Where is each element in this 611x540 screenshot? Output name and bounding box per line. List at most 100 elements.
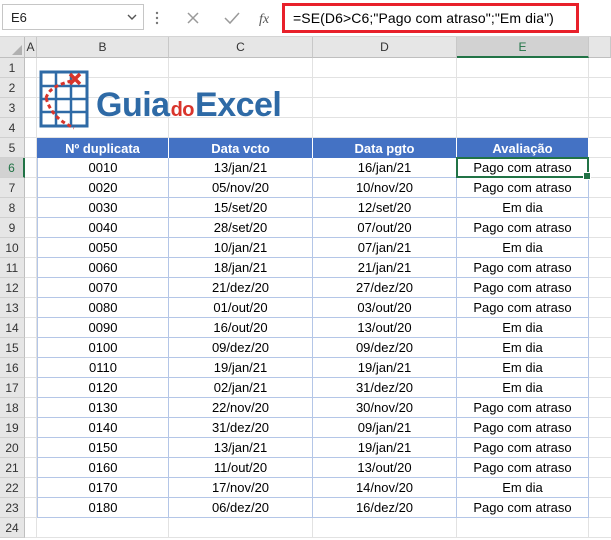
- table-cell[interactable]: 0120: [37, 378, 169, 398]
- table-cell[interactable]: Em dia: [457, 478, 589, 498]
- table-cell[interactable]: 27/dez/20: [313, 278, 457, 298]
- table-cell[interactable]: 16/jan/21: [313, 158, 457, 178]
- table-cell[interactable]: Pago com atraso: [457, 158, 589, 178]
- table-cell[interactable]: 18/jan/21: [169, 258, 313, 278]
- column-header-d[interactable]: D: [313, 37, 457, 58]
- row-header-5[interactable]: 5: [0, 138, 25, 158]
- table-cell[interactable]: Em dia: [457, 378, 589, 398]
- row-header-15[interactable]: 15: [0, 338, 25, 358]
- row-header-19[interactable]: 19: [0, 418, 25, 438]
- table-cell[interactable]: 0180: [37, 498, 169, 518]
- row-header-1[interactable]: 1: [0, 58, 25, 78]
- table-cell[interactable]: 02/jan/21: [169, 378, 313, 398]
- table-cell[interactable]: 22/nov/20: [169, 398, 313, 418]
- table-header-cell[interactable]: Nº duplicata: [37, 138, 169, 158]
- table-cell[interactable]: 09/dez/20: [313, 338, 457, 358]
- row-header-2[interactable]: 2: [0, 78, 25, 98]
- row-header-17[interactable]: 17: [0, 378, 25, 398]
- table-cell[interactable]: 09/dez/20: [169, 338, 313, 358]
- row-header-21[interactable]: 21: [0, 458, 25, 478]
- resize-handle-icon[interactable]: [151, 10, 163, 26]
- table-cell[interactable]: Em dia: [457, 318, 589, 338]
- table-cell[interactable]: 28/set/20: [169, 218, 313, 238]
- table-cell[interactable]: 15/set/20: [169, 198, 313, 218]
- table-cell[interactable]: 13/jan/21: [169, 438, 313, 458]
- table-cell[interactable]: 0160: [37, 458, 169, 478]
- table-cell[interactable]: Pago com atraso: [457, 458, 589, 478]
- column-header-b[interactable]: B: [37, 37, 169, 58]
- table-cell[interactable]: 0040: [37, 218, 169, 238]
- row-header-3[interactable]: 3: [0, 98, 25, 118]
- table-cell[interactable]: 0170: [37, 478, 169, 498]
- table-cell[interactable]: 0110: [37, 358, 169, 378]
- name-box[interactable]: E6: [2, 4, 144, 30]
- table-cell[interactable]: 0070: [37, 278, 169, 298]
- table-cell[interactable]: 06/dez/20: [169, 498, 313, 518]
- table-cell[interactable]: Pago com atraso: [457, 258, 589, 278]
- insert-function-icon[interactable]: fx: [256, 7, 278, 29]
- table-cell[interactable]: 0090: [37, 318, 169, 338]
- formula-input[interactable]: =SE(D6>C6;"Pago com atraso";"Em dia"): [282, 3, 579, 33]
- row-header-9[interactable]: 9: [0, 218, 25, 238]
- cancel-icon[interactable]: [182, 7, 204, 29]
- table-cell[interactable]: Em dia: [457, 238, 589, 258]
- column-header-c[interactable]: C: [169, 37, 313, 58]
- table-cell[interactable]: 19/jan/21: [313, 358, 457, 378]
- table-cell[interactable]: 0080: [37, 298, 169, 318]
- row-header-22[interactable]: 22: [0, 478, 25, 498]
- table-cell[interactable]: 19/jan/21: [169, 358, 313, 378]
- table-cell[interactable]: 07/jan/21: [313, 238, 457, 258]
- table-cell[interactable]: 13/out/20: [313, 318, 457, 338]
- table-cell[interactable]: 01/out/20: [169, 298, 313, 318]
- table-cell[interactable]: 0010: [37, 158, 169, 178]
- table-cell[interactable]: Pago com atraso: [457, 218, 589, 238]
- select-all-button[interactable]: [0, 37, 25, 58]
- table-cell[interactable]: 10/nov/20: [313, 178, 457, 198]
- table-cell[interactable]: 0150: [37, 438, 169, 458]
- table-cell[interactable]: 21/dez/20: [169, 278, 313, 298]
- table-cell[interactable]: Em dia: [457, 338, 589, 358]
- table-header-cell[interactable]: Data vcto: [169, 138, 313, 158]
- row-header-4[interactable]: 4: [0, 118, 25, 138]
- table-cell[interactable]: 07/out/20: [313, 218, 457, 238]
- table-cell[interactable]: 13/jan/21: [169, 158, 313, 178]
- column-header-e[interactable]: E: [457, 37, 589, 58]
- table-cell[interactable]: 16/dez/20: [313, 498, 457, 518]
- table-cell[interactable]: Pago com atraso: [457, 298, 589, 318]
- row-header-20[interactable]: 20: [0, 438, 25, 458]
- table-cell[interactable]: 03/out/20: [313, 298, 457, 318]
- table-cell[interactable]: 21/jan/21: [313, 258, 457, 278]
- table-cell[interactable]: 14/nov/20: [313, 478, 457, 498]
- table-cell[interactable]: 16/out/20: [169, 318, 313, 338]
- row-header-24[interactable]: 24: [0, 518, 25, 538]
- row-header-11[interactable]: 11: [0, 258, 25, 278]
- table-cell[interactable]: 11/out/20: [169, 458, 313, 478]
- row-header-10[interactable]: 10: [0, 238, 25, 258]
- table-cell[interactable]: 0060: [37, 258, 169, 278]
- table-cell[interactable]: 19/jan/21: [313, 438, 457, 458]
- row-header-16[interactable]: 16: [0, 358, 25, 378]
- table-cell[interactable]: 13/out/20: [313, 458, 457, 478]
- table-cell[interactable]: 0020: [37, 178, 169, 198]
- table-cell[interactable]: 30/nov/20: [313, 398, 457, 418]
- chevron-down-icon[interactable]: [127, 11, 137, 23]
- table-cell[interactable]: Pago com atraso: [457, 398, 589, 418]
- table-cell[interactable]: 0030: [37, 198, 169, 218]
- table-cell[interactable]: 05/nov/20: [169, 178, 313, 198]
- table-cell[interactable]: 31/dez/20: [169, 418, 313, 438]
- table-cell[interactable]: Pago com atraso: [457, 278, 589, 298]
- row-header-13[interactable]: 13: [0, 298, 25, 318]
- table-cell[interactable]: 0140: [37, 418, 169, 438]
- table-cell[interactable]: 0130: [37, 398, 169, 418]
- table-cell[interactable]: Em dia: [457, 198, 589, 218]
- table-cell[interactable]: 31/dez/20: [313, 378, 457, 398]
- table-cell[interactable]: Pago com atraso: [457, 178, 589, 198]
- table-cell[interactable]: 12/set/20: [313, 198, 457, 218]
- table-cell[interactable]: 0100: [37, 338, 169, 358]
- table-cell[interactable]: Pago com atraso: [457, 438, 589, 458]
- row-header-23[interactable]: 23: [0, 498, 25, 518]
- column-header-a[interactable]: A: [25, 37, 37, 58]
- table-header-cell[interactable]: Avaliação: [457, 138, 589, 158]
- row-header-6[interactable]: 6: [0, 158, 25, 178]
- table-header-cell[interactable]: Data pgto: [313, 138, 457, 158]
